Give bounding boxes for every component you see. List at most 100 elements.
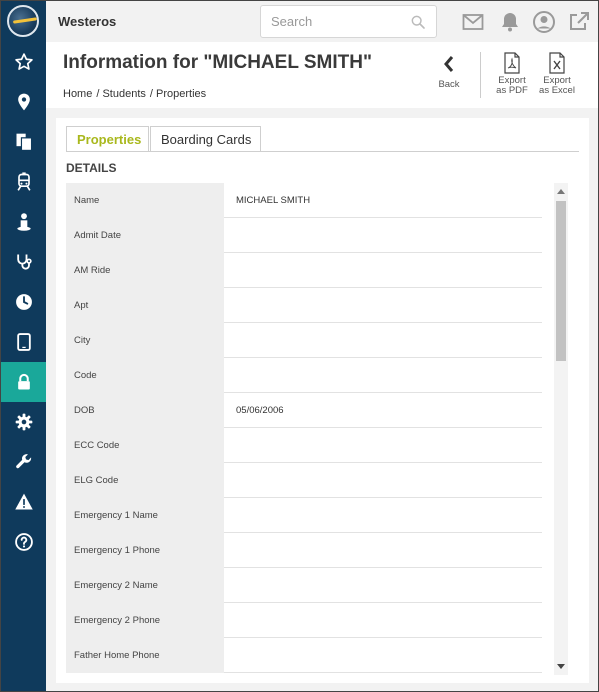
table-row: ELG Code [66, 463, 542, 498]
bus-icon [16, 172, 31, 191]
export-pdf-label-line2: as PDF [496, 85, 528, 96]
tablet-icon [16, 333, 31, 351]
table-row: Emergency 1 Name [66, 498, 542, 533]
field-label: Emergency 1 Phone [66, 533, 224, 568]
excel-file-icon [549, 52, 565, 74]
field-value [224, 428, 542, 463]
field-value: MICHAEL SMITH [236, 195, 311, 206]
mail-icon[interactable] [461, 10, 485, 34]
sidebar-item-transport[interactable] [1, 162, 46, 202]
table-row: Emergency 2 Phone [66, 603, 542, 638]
scrollbar[interactable] [554, 183, 568, 675]
details-table: Name MICHAEL SMITH Admit Date AM Ride Apt Cit… [66, 183, 542, 675]
section-title: DETAILS [66, 161, 117, 175]
back-button[interactable]: Back [435, 52, 463, 90]
table-row: Code [66, 358, 542, 393]
sidebar-item-tools[interactable] [1, 442, 46, 482]
search-input[interactable] [261, 6, 401, 37]
top-bar: Westeros [46, 1, 598, 42]
field-label: Father Home Phone [66, 638, 224, 673]
field-value [224, 603, 542, 638]
field-label: Code [66, 358, 224, 393]
field-label: Name [66, 183, 224, 218]
pdf-file-icon [504, 52, 520, 74]
tab-boarding-cards[interactable]: Boarding Cards [150, 126, 261, 151]
field-value [224, 498, 542, 533]
logo[interactable] [7, 5, 39, 37]
field-label: Emergency 2 Phone [66, 603, 224, 638]
sidebar-item-security[interactable] [1, 362, 46, 402]
field-value [224, 568, 542, 603]
tab-properties[interactable]: Properties [66, 126, 149, 152]
sidebar-item-alerts[interactable] [1, 482, 46, 522]
field-label: AM Ride [66, 253, 224, 288]
scroll-up-arrow[interactable] [557, 189, 565, 194]
field-value [224, 253, 542, 288]
sidebar-item-documents[interactable] [1, 122, 46, 162]
table-row: Apt [66, 288, 542, 323]
export-excel-button[interactable]: Export as Excel [538, 52, 576, 96]
table-row: Emergency 2 Name [66, 568, 542, 603]
star-icon [14, 53, 33, 70]
field-value [224, 533, 542, 568]
sidebar-item-settings[interactable] [1, 402, 46, 442]
field-label: Emergency 1 Name [66, 498, 224, 533]
table-row: ECC Code [66, 428, 542, 463]
tab-underline [66, 151, 579, 152]
stethoscope-icon [16, 254, 32, 270]
field-value [224, 638, 542, 673]
field-value [224, 358, 542, 393]
table-row: City [66, 323, 542, 358]
sidebar-item-favorites[interactable] [1, 42, 46, 82]
field-value [224, 218, 542, 253]
table-row: Emergency 1 Phone [66, 533, 542, 568]
sidebar-item-devices[interactable] [1, 322, 46, 362]
bell-icon[interactable] [498, 10, 522, 34]
field-value [224, 288, 542, 323]
sidebar-item-students[interactable] [1, 202, 46, 242]
table-row: DOB 05/06/2006 [66, 393, 542, 428]
help-icon [14, 533, 33, 551]
breadcrumb-home[interactable]: Home [63, 88, 92, 100]
wrench-icon [15, 454, 31, 469]
breadcrumb: Home / Students / Properties [63, 88, 210, 100]
sidebar [1, 1, 46, 691]
sidebar-item-history[interactable] [1, 282, 46, 322]
search-box [260, 5, 437, 38]
export-pdf-button[interactable]: Export as PDF [494, 52, 530, 96]
field-value [224, 323, 542, 358]
field-label: DOB [66, 393, 224, 428]
breadcrumb-properties: / Properties [149, 88, 207, 100]
page-header: Information for "MICHAEL SMITH" Home / St… [46, 42, 598, 108]
field-value [224, 463, 542, 498]
documents-icon [16, 133, 32, 151]
field-label: Emergency 2 Name [66, 568, 224, 603]
student-icon [16, 213, 31, 231]
gear-icon [15, 413, 32, 431]
field-value: 05/06/2006 [236, 405, 284, 416]
table-row: Name MICHAEL SMITH [66, 183, 542, 218]
search-icon[interactable] [410, 14, 426, 30]
map-pin-icon [17, 93, 30, 111]
page-title: Information for "MICHAEL SMITH" [63, 52, 372, 73]
user-account-icon[interactable] [532, 10, 556, 34]
external-link-icon[interactable] [567, 10, 591, 34]
breadcrumb-students[interactable]: / Students [96, 88, 146, 100]
header-divider [480, 52, 481, 98]
details-card: Properties Boarding Cards DETAILS Name MI… [56, 118, 589, 683]
export-excel-label-line2: as Excel [539, 85, 575, 96]
chevron-left-icon [444, 56, 454, 72]
field-label: Admit Date [66, 218, 224, 253]
scroll-thumb[interactable] [556, 201, 566, 361]
field-label: ELG Code [66, 463, 224, 498]
back-label: Back [438, 79, 460, 90]
sidebar-item-help[interactable] [1, 522, 46, 562]
table-row: Father Home Phone [66, 638, 542, 673]
table-row: Admit Date [66, 218, 542, 253]
app-window: Westeros Information for "MICHAEL SMITH"… [0, 0, 599, 692]
field-label: Apt [66, 288, 224, 323]
scroll-down-arrow[interactable] [557, 664, 565, 669]
sidebar-item-locations[interactable] [1, 82, 46, 122]
clock-icon [15, 294, 32, 310]
sidebar-item-health[interactable] [1, 242, 46, 282]
